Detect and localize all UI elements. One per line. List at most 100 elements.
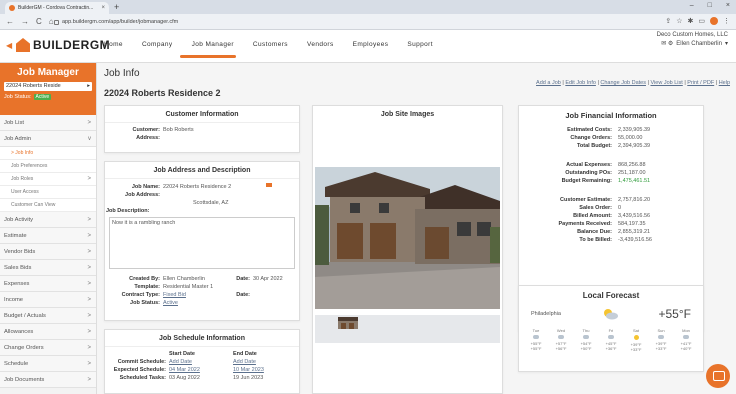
profile-icon[interactable] [710, 17, 718, 25]
schedule-start-date[interactable]: 04 Mar 2022 [169, 366, 233, 374]
sidebar-item[interactable]: Job Activity > [0, 212, 96, 228]
schedule-end-date[interactable]: 10 Mar 2023 [233, 366, 264, 374]
sidebar-item[interactable]: Job Admin v [0, 131, 96, 147]
financial-row: Budget Remaining: 1,475,461.51 [519, 177, 703, 185]
sidebar-item[interactable]: Expenses > [0, 276, 96, 292]
financial-row: Total Budget: 2,394,905.39 [519, 142, 703, 150]
user-menu-chevron-icon[interactable]: ▾ [725, 40, 728, 47]
home-icon[interactable]: ⌂ [49, 17, 54, 26]
tab-close-icon[interactable]: × [101, 5, 105, 11]
financial-label: Sales Order: [579, 205, 612, 211]
chevron-icon: > [87, 248, 91, 255]
lock-icon [54, 19, 59, 25]
sidebar-item[interactable]: Change Orders > [0, 340, 96, 356]
forecast-day-name: Tue [532, 328, 540, 333]
sidebar-item[interactable]: Sales Bids > [0, 260, 96, 276]
folder-icon[interactable] [266, 183, 273, 187]
sidebar-item[interactable]: Job Documents > [0, 372, 96, 388]
job-address-card: Job Address and Description Job Name: 220… [104, 161, 300, 321]
chevron-icon: > [87, 176, 91, 182]
schedule-rows: Commit Schedule: Add Date Add Date Expected… [105, 358, 299, 382]
image-thumbnail[interactable] [338, 317, 358, 329]
nav-employees[interactable]: Employees [353, 41, 389, 48]
sidebar-item[interactable]: Schedule > [0, 356, 96, 372]
forecast-day: Sun +39°F +33°F [651, 328, 671, 352]
sidebar-item-label: > Job Info [11, 150, 34, 156]
created-by-value: Ellen Chamberlin [163, 276, 205, 282]
start-date-header: Start Date [169, 351, 195, 357]
sidebar-item[interactable]: User Access [0, 186, 96, 199]
puzzle-icon[interactable]: ✱ [688, 17, 694, 25]
sidebar-item[interactable]: Job Roles > [0, 173, 96, 186]
chevron-icon: > [87, 360, 91, 367]
nav-support[interactable]: Support [407, 41, 433, 48]
tablet-icon[interactable]: ▭ [698, 17, 705, 25]
print-pdf-link[interactable]: Print / PDF [687, 80, 714, 86]
view-job-list-link[interactable]: View Job List [650, 80, 682, 86]
window-controls: – □ × [690, 2, 730, 9]
share-icon[interactable]: ⇪ [665, 17, 671, 25]
job-description-field[interactable]: Now it is a rambling ranch [109, 217, 295, 269]
forecast-day-low: +55°F [530, 346, 542, 351]
sidebar-item[interactable]: Estimate > [0, 228, 96, 244]
browser-tab[interactable]: BuilderGM - Cordova Contractin... × [5, 2, 109, 14]
close-window-button[interactable]: × [726, 2, 730, 9]
nav-customers[interactable]: Customers [253, 41, 288, 48]
forecast-day-name: Sun [657, 328, 665, 333]
financial-value: 3,439,516.56 [618, 213, 651, 219]
job-site-photo[interactable] [315, 167, 500, 309]
add-job-link[interactable]: Add a Job [536, 80, 561, 86]
schedule-end-date[interactable]: Add Date [233, 358, 256, 366]
nav-company[interactable]: Company [142, 41, 173, 48]
schedule-start-date[interactable]: Add Date [169, 358, 233, 366]
sidebar-item[interactable]: Income > [0, 292, 96, 308]
collapse-arrow-icon[interactable]: ◀ [6, 41, 12, 50]
chevron-icon: > [87, 328, 91, 335]
sidebar-item[interactable]: > Job Info [0, 147, 96, 160]
minimize-button[interactable]: – [690, 2, 694, 9]
mail-settings-icons[interactable]: ✉ ⚙ [661, 40, 673, 47]
financial-value: -3,439,516.56 [618, 237, 652, 243]
sidebar-item[interactable]: Allowances > [0, 324, 96, 340]
star-icon[interactable]: ☆ [676, 17, 682, 25]
nav-vendors[interactable]: Vendors [307, 41, 334, 48]
new-tab-button[interactable]: + [114, 2, 119, 12]
job-status-link[interactable]: Active [163, 299, 178, 307]
maximize-button[interactable]: □ [708, 2, 712, 9]
edit-job-info-link[interactable]: Edit Job Info [565, 80, 596, 86]
financial-value: 2,339,905.39 [618, 127, 651, 133]
user-name[interactable]: Ellen Chamberlin [676, 41, 722, 47]
cloud-icon [608, 335, 614, 339]
sidebar-item[interactable]: Customer Can View [0, 199, 96, 212]
change-job-dates-link[interactable]: Change Job Dates [600, 80, 646, 86]
sidebar-item[interactable]: Job List > [0, 115, 96, 131]
financial-row: Billed Amount: 3,439,516.56 [519, 212, 703, 220]
help-link[interactable]: Help [719, 80, 730, 86]
back-icon[interactable]: ← [6, 17, 14, 26]
menu-icon[interactable]: ⋮ [723, 17, 730, 25]
sidebar-item[interactable]: Budget / Actuals > [0, 308, 96, 324]
job-city: Scottsdale, AZ [193, 200, 229, 206]
link-separator: | [562, 80, 564, 86]
forecast-day: Thu +54°F +50°F [576, 328, 596, 352]
logo[interactable]: BUILDERGM [16, 38, 110, 52]
main-content: Job Info 22024 Roberts Residence 2 Add a… [97, 63, 736, 394]
job-select[interactable]: 22024 Roberts Reside ▸ [4, 82, 92, 91]
forecast-card: Local Forecast Philadelphia +55°F Tue +55… [518, 285, 704, 372]
forward-icon[interactable]: → [21, 17, 29, 26]
browser-nav: ← → C ⌂ [6, 17, 54, 26]
financial-label: To be Billed: [579, 237, 612, 243]
forecast-days: Tue +55°F +55°F Wed +57°F +56°F Thu +54°F +50°F F… [519, 326, 703, 354]
financial-label: Total Budget: [576, 143, 612, 149]
sidebar-item[interactable]: Job Preferences [0, 160, 96, 173]
reload-icon[interactable]: C [36, 17, 42, 26]
financial-row: Balance Due: 2,855,319.21 [519, 228, 703, 236]
url-input[interactable]: app.buildergm.com/app/builder/jobmanager… [54, 17, 644, 27]
nav-job-manager[interactable]: Job Manager [192, 41, 234, 48]
contract-type-link[interactable]: Fixed Bid [163, 291, 233, 299]
sidebar-item[interactable]: Vendor Bids > [0, 244, 96, 260]
chat-icon[interactable] [706, 364, 730, 388]
chevron-icon: > [87, 232, 91, 239]
financial-row: Estimated Costs: 2,339,905.39 [519, 126, 703, 134]
nav-home[interactable]: Home [104, 41, 123, 48]
